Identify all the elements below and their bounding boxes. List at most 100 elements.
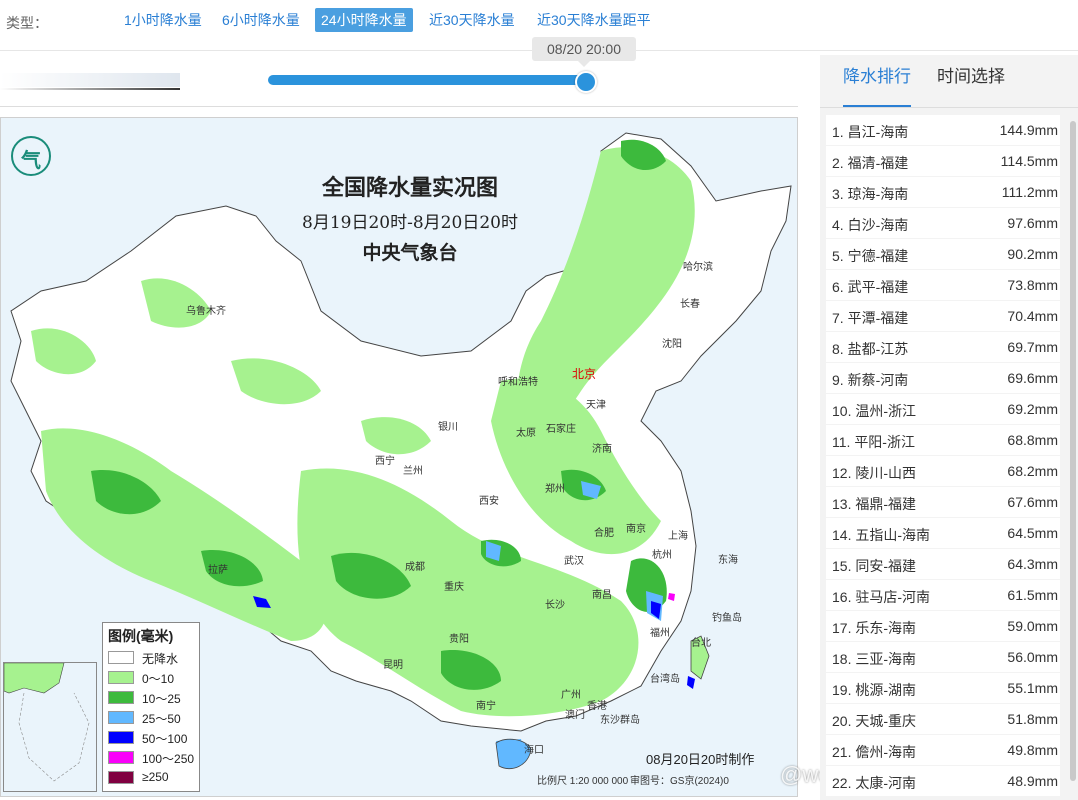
tab-24h-precip[interactable]: 24小时降水量 <box>315 8 413 32</box>
ranking-station: 10. 温州-浙江 <box>832 403 917 419</box>
inset-coast <box>3 662 65 694</box>
city-label: 乌鲁木齐 <box>186 306 226 317</box>
ranking-row[interactable]: 7. 平潭-福建 70.4mm <box>826 301 1060 331</box>
ranking-value: 111.2mm <box>1001 184 1058 200</box>
city-label: 郑州 <box>545 484 565 495</box>
ranking-value: 69.2mm <box>1007 401 1058 417</box>
legend-row: 50～100 <box>108 729 198 747</box>
city-label: 贵阳 <box>449 634 469 645</box>
map-scale: 比例尺 1:20 000 000 <box>537 776 629 787</box>
ranking-row[interactable]: 11. 平阳-浙江 68.8mm <box>826 425 1060 455</box>
ranking-value: 69.7mm <box>1007 339 1058 355</box>
timeline-fade-line <box>0 88 180 90</box>
tab-time-select[interactable]: 时间选择 <box>937 65 1005 105</box>
ranking-station: 12. 陵川-山西 <box>832 465 917 481</box>
ranking-list[interactable]: 1. 昌江-海南 144.9mm 2. 福清-福建 114.5mm 3. 琼海-海南… <box>820 115 1078 800</box>
ranking-station: 17. 乐东-海南 <box>832 620 917 636</box>
map-made-time: 08月20日20时制作 <box>646 752 755 767</box>
city-label: 长春 <box>680 299 700 310</box>
ranking-station: 2. 福清-福建 <box>832 155 909 171</box>
city-label: 银川 <box>438 422 458 433</box>
city-label-capital: 北京 <box>572 367 597 381</box>
ranking-row[interactable]: 15. 同安-福建 64.3mm <box>826 549 1060 579</box>
slider-divider <box>0 106 798 107</box>
ranking-station: 15. 同安-福建 <box>832 558 917 574</box>
legend-swatch <box>108 771 134 784</box>
city-label: 上海 <box>668 531 688 542</box>
ranking-row[interactable]: 1. 昌江-海南 144.9mm <box>826 115 1060 145</box>
ranking-row[interactable]: 14. 五指山-海南 64.5mm <box>826 518 1060 548</box>
ranking-row[interactable]: 10. 温州-浙江 69.2mm <box>826 394 1060 424</box>
tab-precip-ranking[interactable]: 降水排行 <box>843 65 911 108</box>
city-label: 福州 <box>650 628 670 639</box>
ranking-row[interactable]: 9. 新蔡-河南 69.6mm <box>826 363 1060 393</box>
legend-label: 100～250 <box>142 752 195 766</box>
legend-label: 0～10 <box>142 672 175 686</box>
time-slider-track[interactable] <box>268 75 584 85</box>
island-label: 钓鱼岛 <box>712 613 742 624</box>
ranking-station: 14. 五指山-海南 <box>832 527 931 543</box>
ranking-value: 67.6mm <box>1007 494 1058 510</box>
time-slider-handle[interactable] <box>575 71 597 93</box>
ranking-row[interactable]: 16. 驻马店-河南 61.5mm <box>826 580 1060 610</box>
ranking-row[interactable]: 21. 儋州-海南 49.8mm <box>826 735 1060 765</box>
city-label: 石家庄 <box>546 424 576 435</box>
city-label: 呼和浩特 <box>498 377 538 388</box>
ranking-row[interactable]: 5. 宁德-福建 90.2mm <box>826 239 1060 269</box>
city-label: 澳门 <box>565 710 585 721</box>
tab-1h-precip[interactable]: 1小时降水量 <box>118 8 208 32</box>
south-china-sea-inset <box>3 662 97 792</box>
legend-label: 无降水 <box>142 652 179 666</box>
timeline-fade <box>0 73 180 87</box>
legend-swatch <box>108 751 134 764</box>
ranking-row[interactable]: 18. 三亚-海南 56.0mm <box>826 642 1060 672</box>
ranking-value: 68.8mm <box>1007 432 1058 448</box>
island-label: 台湾岛 <box>650 674 680 685</box>
legend-swatch <box>108 651 134 664</box>
ranking-row[interactable]: 3. 琼海-海南 111.2mm <box>826 177 1060 207</box>
tab-30d-anomaly[interactable]: 近30天降水量距平 <box>531 8 657 32</box>
ranking-station: 19. 桃源-湖南 <box>832 682 917 698</box>
city-label: 香港 <box>587 701 607 712</box>
ranking-scrollbar[interactable] <box>1070 121 1076 781</box>
ranking-value: 90.2mm <box>1007 246 1058 262</box>
legend-label: ≥250 <box>142 770 169 784</box>
tab-30d-precip[interactable]: 近30天降水量 <box>423 8 521 32</box>
city-label: 广州 <box>561 690 581 701</box>
city-label: 合肥 <box>594 528 614 539</box>
ranking-value: 73.8mm <box>1007 277 1058 293</box>
time-slider-tooltip: 08/20 20:00 <box>532 37 636 67</box>
ranking-row[interactable]: 2. 福清-福建 114.5mm <box>826 146 1060 176</box>
ranking-station: 21. 儋州-海南 <box>832 744 917 760</box>
type-bar: 类型： 1小时降水量 6小时降水量 24小时降水量 近30天降水量 近30天降水… <box>0 0 1078 40</box>
ranking-row[interactable]: 4. 白沙-海南 97.6mm <box>826 208 1060 238</box>
ranking-row[interactable]: 13. 福鼎-福建 67.6mm <box>826 487 1060 517</box>
ranking-row[interactable]: 8. 盐都-江苏 69.7mm <box>826 332 1060 362</box>
city-label: 台北 <box>691 638 711 649</box>
ranking-station: 7. 平潭-福建 <box>832 310 909 326</box>
ranking-row[interactable]: 17. 乐东-海南 59.0mm <box>826 611 1060 641</box>
legend-row: 无降水 <box>108 649 198 667</box>
map-period: 8月19日20时-8月20日20时 <box>302 213 518 233</box>
ranking-station: 4. 白沙-海南 <box>832 217 909 233</box>
ranking-row[interactable]: 19. 桃源-湖南 55.1mm <box>826 673 1060 703</box>
ranking-value: 56.0mm <box>1007 649 1058 665</box>
legend-row: 10～25 <box>108 689 198 707</box>
ranking-value: 68.2mm <box>1007 463 1058 479</box>
tab-6h-precip[interactable]: 6小时降水量 <box>216 8 306 32</box>
ranking-value: 64.5mm <box>1007 525 1058 541</box>
city-label: 武汉 <box>564 556 584 567</box>
city-label: 成都 <box>405 562 425 573</box>
ranking-row[interactable]: 6. 武平-福建 73.8mm <box>826 270 1060 300</box>
ranking-station: 1. 昌江-海南 <box>832 124 909 140</box>
city-label: 重庆 <box>444 582 464 593</box>
ranking-row[interactable]: 22. 太康-河南 48.9mm <box>826 766 1060 796</box>
ranking-row[interactable]: 20. 天城-重庆 51.8mm <box>826 704 1060 734</box>
sea-label: 东海 <box>718 555 738 566</box>
type-label: 类型： <box>6 15 48 31</box>
legend-swatch <box>108 731 134 744</box>
ranking-station: 22. 太康-河南 <box>832 775 917 791</box>
ranking-row[interactable]: 12. 陵川-山西 68.2mm <box>826 456 1060 486</box>
legend-label: 50～100 <box>142 732 188 746</box>
city-label: 拉萨 <box>208 565 228 576</box>
